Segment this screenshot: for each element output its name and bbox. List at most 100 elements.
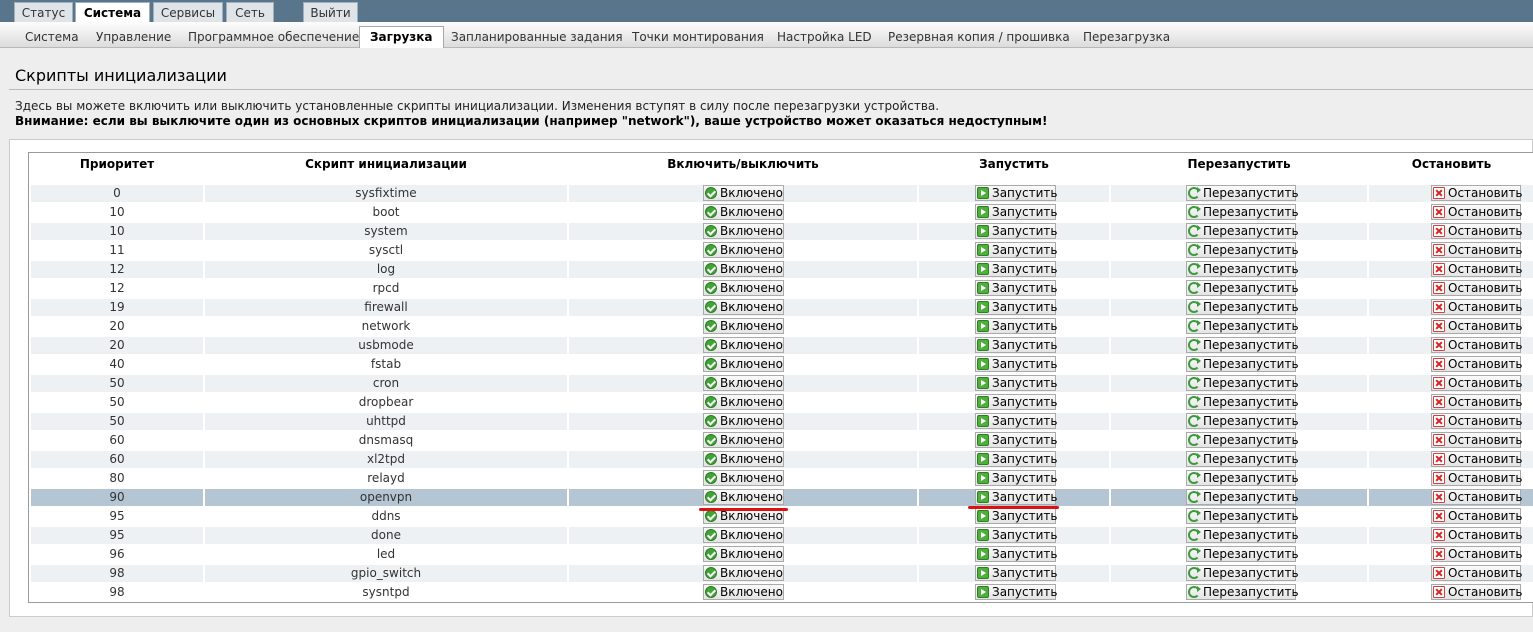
stop-button[interactable]: Остановить	[1431, 318, 1523, 334]
start-button[interactable]: Запустить	[975, 565, 1057, 581]
tab-network[interactable]: Сеть	[226, 2, 274, 22]
subtab-led-config[interactable]: Настройка LED	[767, 27, 882, 48]
enabled-toggle-button[interactable]: Включено	[703, 470, 784, 486]
restart-button[interactable]: Перезапустить	[1186, 299, 1299, 315]
stop-button[interactable]: Остановить	[1431, 489, 1523, 505]
start-button[interactable]: Запустить	[975, 508, 1057, 524]
enabled-toggle-button[interactable]: Включено	[703, 204, 784, 220]
start-button[interactable]: Запустить	[975, 584, 1057, 600]
restart-button[interactable]: Перезапустить	[1186, 470, 1299, 486]
start-button[interactable]: Запустить	[975, 318, 1057, 334]
restart-button[interactable]: Перезапустить	[1186, 546, 1299, 562]
restart-button[interactable]: Перезапустить	[1186, 584, 1299, 600]
start-button[interactable]: Запустить	[975, 394, 1057, 410]
stop-button[interactable]: Остановить	[1431, 413, 1523, 429]
restart-button[interactable]: Перезапустить	[1186, 337, 1299, 353]
enabled-toggle-button[interactable]: Включено	[703, 432, 784, 448]
enabled-toggle-button[interactable]: Включено	[703, 185, 784, 201]
stop-button[interactable]: Остановить	[1431, 470, 1523, 486]
restart-button[interactable]: Перезапустить	[1186, 185, 1299, 201]
restart-button[interactable]: Перезапустить	[1186, 565, 1299, 581]
enabled-toggle-button[interactable]: Включено	[703, 565, 784, 581]
subtab-administration[interactable]: Управление	[86, 27, 181, 48]
stop-button[interactable]: Остановить	[1431, 185, 1523, 201]
stop-button[interactable]: Остановить	[1431, 223, 1523, 239]
restart-button[interactable]: Перезапустить	[1186, 223, 1299, 239]
stop-button[interactable]: Остановить	[1431, 394, 1523, 410]
start-button[interactable]: Запустить	[975, 204, 1057, 220]
start-button[interactable]: Запустить	[975, 242, 1057, 258]
restart-button[interactable]: Перезапустить	[1186, 204, 1299, 220]
enabled-toggle-button[interactable]: Включено	[703, 394, 784, 410]
enabled-toggle-button[interactable]: Включено	[703, 584, 784, 600]
stop-button[interactable]: Остановить	[1431, 584, 1523, 600]
restart-button[interactable]: Перезапустить	[1186, 489, 1299, 505]
stop-button[interactable]: Остановить	[1431, 261, 1523, 277]
enabled-toggle-button[interactable]: Включено	[703, 280, 784, 296]
restart-button[interactable]: Перезапустить	[1186, 413, 1299, 429]
enabled-toggle-button[interactable]: Включено	[703, 451, 784, 467]
enabled-toggle-button[interactable]: Включено	[703, 223, 784, 239]
enabled-toggle-button[interactable]: Включено	[703, 546, 784, 562]
subtab-mount-points[interactable]: Точки монтирования	[622, 27, 774, 48]
tab-status[interactable]: Статус	[14, 2, 73, 22]
stop-button[interactable]: Остановить	[1431, 527, 1523, 543]
restart-button[interactable]: Перезапустить	[1186, 318, 1299, 334]
enabled-toggle-button[interactable]: Включено	[703, 375, 784, 391]
restart-button[interactable]: Перезапустить	[1186, 261, 1299, 277]
restart-button[interactable]: Перезапустить	[1186, 451, 1299, 467]
stop-button[interactable]: Остановить	[1431, 546, 1523, 562]
tab-system[interactable]: Система	[75, 2, 150, 22]
stop-button[interactable]: Остановить	[1431, 204, 1523, 220]
tab-services[interactable]: Сервисы	[153, 2, 223, 22]
start-button[interactable]: Запустить	[975, 299, 1057, 315]
stop-button[interactable]: Остановить	[1431, 280, 1523, 296]
subtab-system[interactable]: Система	[15, 27, 89, 48]
start-button[interactable]: Запустить	[975, 185, 1057, 201]
start-button[interactable]: Запустить	[975, 356, 1057, 372]
stop-button[interactable]: Остановить	[1431, 242, 1523, 258]
start-button[interactable]: Запустить	[975, 223, 1057, 239]
start-button[interactable]: Запустить	[975, 413, 1057, 429]
subtab-startup[interactable]: Загрузка	[359, 26, 444, 48]
start-button[interactable]: Запустить	[975, 375, 1057, 391]
stop-button[interactable]: Остановить	[1431, 432, 1523, 448]
stop-button[interactable]: Остановить	[1431, 299, 1523, 315]
start-button[interactable]: Запустить	[975, 261, 1057, 277]
restart-button[interactable]: Перезапустить	[1186, 527, 1299, 543]
subtab-scheduled-tasks[interactable]: Запланированные задания	[441, 27, 633, 48]
restart-button[interactable]: Перезапустить	[1186, 432, 1299, 448]
enabled-toggle-button[interactable]: Включено	[703, 299, 784, 315]
restart-button[interactable]: Перезапустить	[1186, 356, 1299, 372]
enabled-toggle-button[interactable]: Включено	[703, 356, 784, 372]
enabled-toggle-button[interactable]: Включено	[703, 318, 784, 334]
stop-button[interactable]: Остановить	[1431, 356, 1523, 372]
enabled-toggle-button[interactable]: Включено	[703, 337, 784, 353]
stop-button[interactable]: Остановить	[1431, 451, 1523, 467]
start-button[interactable]: Запустить	[975, 280, 1057, 296]
enabled-toggle-button[interactable]: Включено	[703, 489, 784, 505]
start-button[interactable]: Запустить	[975, 432, 1057, 448]
enabled-toggle-button[interactable]: Включено	[703, 413, 784, 429]
start-button[interactable]: Запустить	[975, 527, 1057, 543]
start-button[interactable]: Запустить	[975, 489, 1057, 505]
stop-button[interactable]: Остановить	[1431, 337, 1523, 353]
restart-button[interactable]: Перезапустить	[1186, 375, 1299, 391]
enabled-toggle-button[interactable]: Включено	[703, 242, 784, 258]
restart-button[interactable]: Перезапустить	[1186, 242, 1299, 258]
subtab-backup-flash[interactable]: Резервная копия / прошивка	[878, 27, 1080, 48]
enabled-toggle-button[interactable]: Включено	[703, 527, 784, 543]
enabled-toggle-button[interactable]: Включено	[703, 261, 784, 277]
tab-logout[interactable]: Выйти	[303, 2, 358, 22]
start-button[interactable]: Запустить	[975, 546, 1057, 562]
restart-button[interactable]: Перезапустить	[1186, 508, 1299, 524]
subtab-software[interactable]: Программное обеспечение	[178, 27, 369, 48]
stop-button[interactable]: Остановить	[1431, 565, 1523, 581]
stop-button[interactable]: Остановить	[1431, 508, 1523, 524]
subtab-reboot[interactable]: Перезагрузка	[1073, 27, 1180, 48]
stop-button[interactable]: Остановить	[1431, 375, 1523, 391]
restart-button[interactable]: Перезапустить	[1186, 394, 1299, 410]
start-button[interactable]: Запустить	[975, 337, 1057, 353]
start-button[interactable]: Запустить	[975, 470, 1057, 486]
restart-button[interactable]: Перезапустить	[1186, 280, 1299, 296]
